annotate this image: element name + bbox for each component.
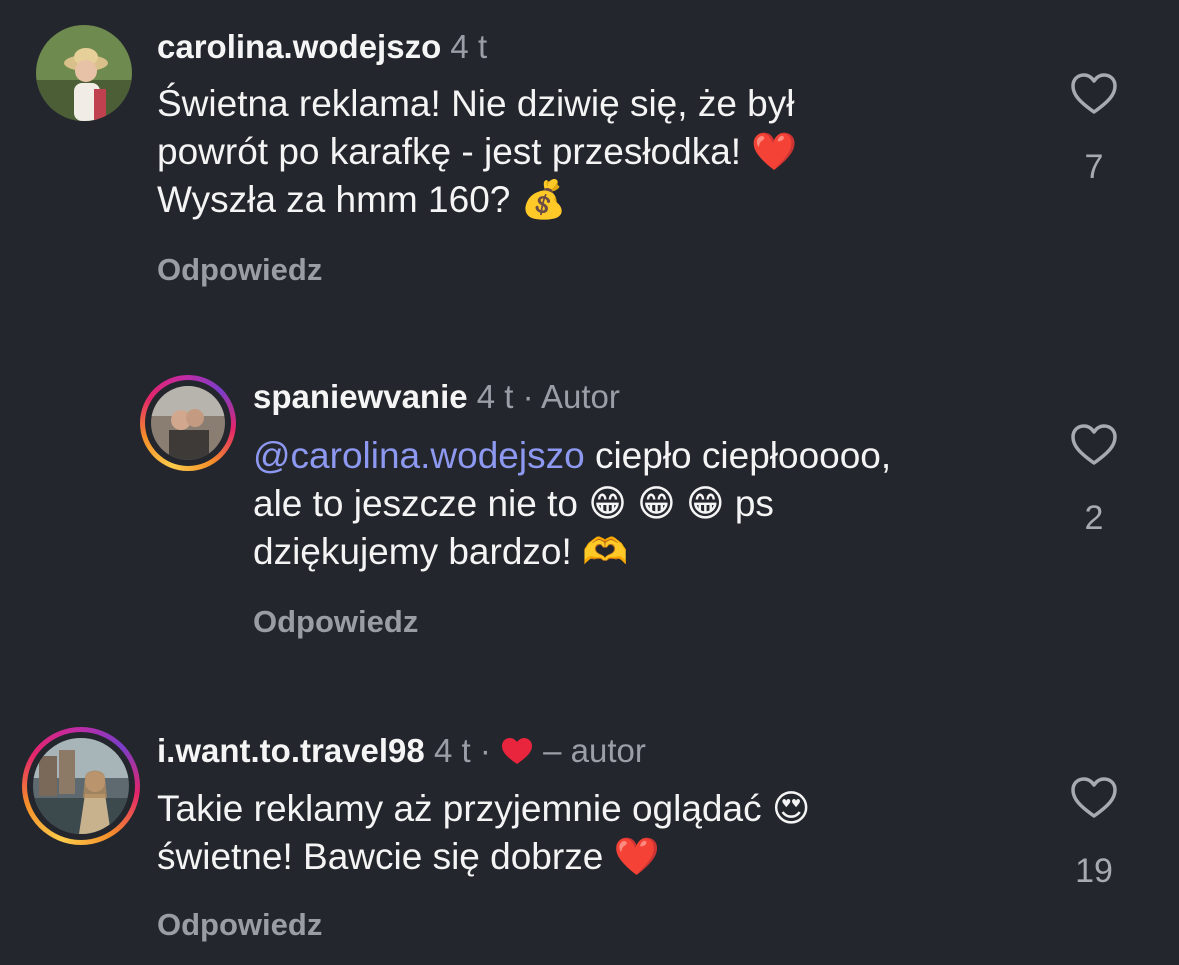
comment-line: ps <box>734 483 774 524</box>
avatar[interactable] <box>36 25 132 121</box>
heart-outline-icon <box>1071 777 1117 818</box>
author-badge: Autor <box>541 378 620 415</box>
mention-link[interactable]: @carolina.wodejszo <box>253 435 585 476</box>
avatar-story-ring[interactable] <box>140 375 236 471</box>
heart-hands-emoji: 🫶 <box>582 530 629 573</box>
reply-button[interactable]: Odpowiedz <box>253 604 418 640</box>
timestamp: 4 t <box>433 732 471 769</box>
comment-text: Takie reklamy aż przyjemnie oglądać 😍 św… <box>157 785 810 881</box>
username[interactable]: i.want.to.travel98 <box>157 732 425 769</box>
comment-meta: carolina.wodejszo 4 t <box>157 27 487 67</box>
heart-eyes-emoji: 😍 <box>771 787 811 830</box>
comment-meta: spaniewvanie 4 t · Autor <box>253 377 620 417</box>
red-heart-emoji: ❤️ <box>751 130 798 173</box>
comment-line: ciepło ciepłooooo, <box>584 435 892 476</box>
grinning-emoji: 😁 <box>685 482 725 525</box>
username[interactable]: spaniewvanie <box>253 378 468 415</box>
red-heart-emoji: ❤️ <box>613 835 660 878</box>
like-button[interactable] <box>1064 72 1124 116</box>
comment-line: Wyszła za hmm 160? <box>157 179 511 220</box>
heart-outline-icon <box>1071 424 1117 465</box>
comment-line: Świetna reklama! Nie dziwię się, że był <box>157 83 795 124</box>
avatar <box>33 738 129 834</box>
separator: · <box>522 378 534 415</box>
avatar <box>151 386 225 460</box>
heart-outline-icon <box>1071 73 1117 114</box>
avatar-image <box>151 386 225 460</box>
avatar-image <box>36 25 132 121</box>
like-button[interactable] <box>1064 776 1124 820</box>
comment-meta: i.want.to.travel98 4 t · – autor <box>157 731 646 771</box>
separator: · <box>479 732 491 769</box>
comment-text: Świetna reklama! Nie dziwię się, że był … <box>157 80 797 224</box>
avatar-story-ring[interactable] <box>22 727 140 845</box>
liked-by-author-heart-icon <box>501 738 532 764</box>
grinning-emoji: 😁 <box>637 482 676 525</box>
liked-by-author-label: – autor <box>543 732 646 769</box>
like-button[interactable] <box>1064 423 1124 467</box>
grinning-emoji: 😁 <box>588 482 627 525</box>
avatar-image <box>33 738 129 834</box>
like-count: 19 <box>1075 852 1113 890</box>
comment-text: @carolina.wodejszo ciepło ciepłooooo, al… <box>253 432 891 576</box>
comment-line: dziękujemy bardzo! <box>253 531 572 572</box>
like-count: 7 <box>1084 148 1104 186</box>
timestamp: 4 t <box>476 378 514 415</box>
timestamp: 4 t <box>450 28 488 65</box>
money-bag-emoji: 💰 <box>520 178 567 221</box>
comment-line: świetne! Bawcie się dobrze <box>157 836 604 877</box>
reply-button[interactable]: Odpowiedz <box>157 907 322 943</box>
like-count: 2 <box>1084 499 1104 537</box>
comment-line: ale to jeszcze nie to <box>253 483 578 524</box>
username[interactable]: carolina.wodejszo <box>157 28 441 65</box>
comment-line: Takie reklamy aż przyjemnie oglądać <box>157 788 762 829</box>
comment-line: powrót po karafkę - jest przesłodka! <box>157 131 742 172</box>
reply-button[interactable]: Odpowiedz <box>157 252 322 288</box>
